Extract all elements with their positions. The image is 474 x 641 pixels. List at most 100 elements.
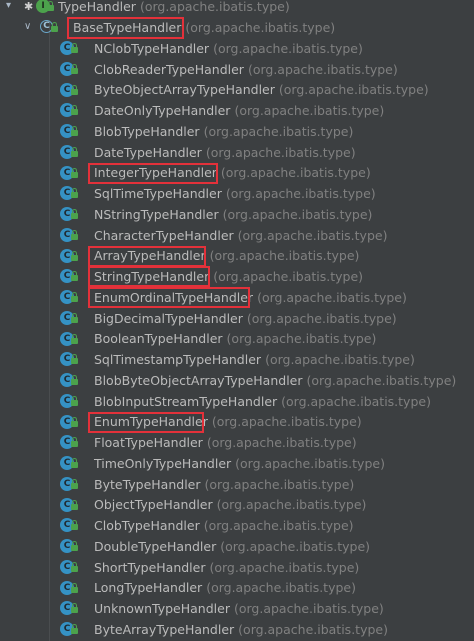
tree-row[interactable]: C ArrayTypeHandler (org.apache.ibatis.type…	[0, 246, 474, 267]
lock-icon	[71, 105, 78, 116]
class-icon: C	[60, 393, 82, 409]
class-label: BigDecimalTypeHandler (org.apache.ibatis.…	[94, 310, 397, 326]
lock-icon	[71, 43, 78, 53]
base-label: BaseTypeHandler (org.apache.ibatis.type)	[73, 19, 336, 35]
class-icon: C	[60, 580, 82, 596]
class-label: ClobReaderTypeHandler (org.apache.ibatis.…	[94, 61, 398, 77]
lock-icon	[71, 582, 78, 593]
lock-icon	[71, 354, 78, 365]
class-label: BooleanTypeHandler (org.apache.ibatis.typ…	[94, 331, 377, 347]
lock-icon	[71, 271, 78, 282]
tree-row[interactable]: C ObjectTypeHandler (org.apache.ibatis.typ…	[0, 495, 474, 516]
tree-row[interactable]: C ShortTypeHandler (org.apache.ibatis.type…	[0, 557, 474, 578]
tree-row[interactable]: C TimeOnlyTypeHandler (org.apache.ibatis.t…	[0, 453, 474, 474]
lock-icon	[71, 188, 78, 199]
class-icon: C	[60, 165, 82, 181]
class-label: EnumTypeHandler (org.apache.ibatis.type)	[94, 414, 362, 430]
tree-row[interactable]: C BigDecimalTypeHandler (org.apache.ibatis…	[0, 308, 474, 329]
tree-row[interactable]: C NClobTypeHandler (org.apache.ibatis.type…	[0, 38, 474, 59]
class-label: ByteObjectArrayTypeHandler (org.apache.ib…	[94, 82, 429, 98]
class-label: SqlTimestampTypeHandler (org.apache.ibati…	[94, 352, 415, 368]
class-label: NClobTypeHandler (org.apache.ibatis.type)	[94, 40, 363, 56]
chevron-down-icon[interactable]: ▾	[6, 1, 11, 11]
class-label: ShortTypeHandler (org.apache.ibatis.type)	[94, 559, 360, 575]
tree-row[interactable]: C ByteArrayTypeHandler (org.apache.ibatis.…	[0, 619, 474, 640]
tree-row[interactable]: C NStringTypeHandler (org.apache.ibatis.ty…	[0, 204, 474, 225]
lock-icon	[71, 146, 78, 157]
lock-icon	[71, 395, 78, 406]
tree-row-base[interactable]: ∨ C BaseTypeHandler (org.apache.ibatis.ty…	[0, 17, 474, 38]
lock-icon	[71, 250, 78, 261]
lock-icon	[71, 63, 78, 74]
tree-row[interactable]: C BlobTypeHandler (org.apache.ibatis.type)	[0, 121, 474, 142]
class-label: DateTypeHandler (org.apache.ibatis.type)	[94, 144, 356, 160]
tree-row[interactable]: C DateTypeHandler (org.apache.ibatis.type)	[0, 142, 474, 163]
class-icon: C	[60, 123, 82, 139]
tree-row[interactable]: C ByteObjectArrayTypeHandler (org.apache.i…	[0, 80, 474, 101]
lock-icon	[71, 458, 78, 468]
class-icon: C	[60, 538, 82, 554]
lock-icon	[71, 541, 78, 551]
lock-icon	[71, 229, 78, 240]
class-label: EnumOrdinalTypeHandler (org.apache.ibatis…	[94, 289, 407, 305]
tree-row[interactable]: C DateOnlyTypeHandler (org.apache.ibatis.t…	[0, 100, 474, 121]
class-label: UnknownTypeHandler (org.apache.ibatis.typ…	[94, 601, 384, 617]
tree-row[interactable]: C CharacterTypeHandler (org.apache.ibatis.…	[0, 225, 474, 246]
tree-row[interactable]: C FloatTypeHandler (org.apache.ibatis.type…	[0, 432, 474, 453]
class-label: DateOnlyTypeHandler (org.apache.ibatis.ty…	[94, 103, 385, 119]
class-label: DoubleTypeHandler (org.apache.ibatis.type…	[94, 538, 371, 554]
lock-icon	[71, 416, 78, 427]
class-icon: C	[60, 434, 82, 450]
tree-row[interactable]: C BooleanTypeHandler (org.apache.ibatis.ty…	[0, 329, 474, 350]
tree-row[interactable]: C BlobByteObjectArrayTypeHandler (org.apac…	[0, 370, 474, 391]
class-label: IntegerTypeHandler (org.apache.ibatis.typ…	[94, 165, 371, 181]
tree-row[interactable]: C IntegerTypeHandler (org.apache.ibatis.ty…	[0, 163, 474, 184]
tree-row[interactable]: C StringTypeHandler (org.apache.ibatis.typ…	[0, 266, 474, 287]
lock-icon	[71, 499, 78, 510]
tree-row[interactable]: C SqlTimeTypeHandler (org.apache.ibatis.ty…	[0, 183, 474, 204]
tree-row[interactable]: C ByteTypeHandler (org.apache.ibatis.type)	[0, 474, 474, 495]
class-label: BlobTypeHandler (org.apache.ibatis.type)	[94, 123, 354, 139]
class-label: SqlTimeTypeHandler (org.apache.ibatis.typ…	[94, 186, 376, 202]
tree-row[interactable]: C UnknownTypeHandler (org.apache.ibatis.ty…	[0, 598, 474, 619]
class-label: StringTypeHandler (org.apache.ibatis.type…	[94, 269, 364, 285]
tree-row-root[interactable]: ▾ ✱ I TypeHandler (org.apache.ibatis.type…	[0, 0, 474, 17]
class-icon: C	[60, 61, 82, 77]
class-icon: C	[60, 310, 82, 326]
lock-icon	[71, 167, 78, 178]
class-icon: C	[60, 102, 82, 118]
lock-icon	[71, 333, 78, 344]
class-icon: C	[60, 40, 82, 56]
class-icon: C	[60, 268, 82, 284]
tree-row[interactable]: C ClobTypeHandler (org.apache.ibatis.type)	[0, 515, 474, 536]
lock-icon	[71, 437, 78, 448]
class-label: ObjectTypeHandler (org.apache.ibatis.type…	[94, 497, 367, 513]
class-icon: C	[60, 600, 82, 616]
chevron-down-icon[interactable]: ∨	[24, 22, 31, 32]
class-icon: C	[60, 517, 82, 533]
tree-row[interactable]: C EnumTypeHandler (org.apache.ibatis.type)	[0, 412, 474, 433]
class-icon: C	[60, 331, 82, 347]
interface-icon: I	[36, 0, 58, 14]
lock-icon	[71, 561, 78, 572]
tree-row[interactable]: C BlobInputStreamTypeHandler (org.apache.i…	[0, 391, 474, 412]
tree-row[interactable]: C LongTypeHandler (org.apache.ibatis.type)	[0, 578, 474, 599]
tree-row[interactable]: C DoubleTypeHandler (org.apache.ibatis.typ…	[0, 536, 474, 557]
tree-row[interactable]: C SqlTimestampTypeHandler (org.apache.ibat…	[0, 349, 474, 370]
lock-icon	[71, 84, 78, 95]
class-icon: C	[60, 414, 82, 430]
abstract-class-icon: C	[40, 19, 62, 35]
class-icon: C	[60, 621, 82, 637]
class-label: TimeOnlyTypeHandler (org.apache.ibatis.ty…	[94, 455, 385, 471]
lock-icon	[71, 209, 78, 219]
class-icon: C	[60, 289, 82, 305]
class-icon: C	[60, 248, 82, 264]
tree-row[interactable]: C EnumOrdinalTypeHandler (org.apache.ibati…	[0, 287, 474, 308]
lock-icon	[71, 478, 78, 489]
lock-icon	[71, 292, 78, 302]
class-icon: C	[60, 455, 82, 471]
class-label: ArrayTypeHandler (org.apache.ibatis.type)	[94, 248, 360, 264]
class-label: ByteTypeHandler (org.apache.ibatis.type)	[94, 476, 355, 492]
tree-row[interactable]: C ClobReaderTypeHandler (org.apache.ibatis…	[0, 59, 474, 80]
class-icon: C	[60, 185, 82, 201]
